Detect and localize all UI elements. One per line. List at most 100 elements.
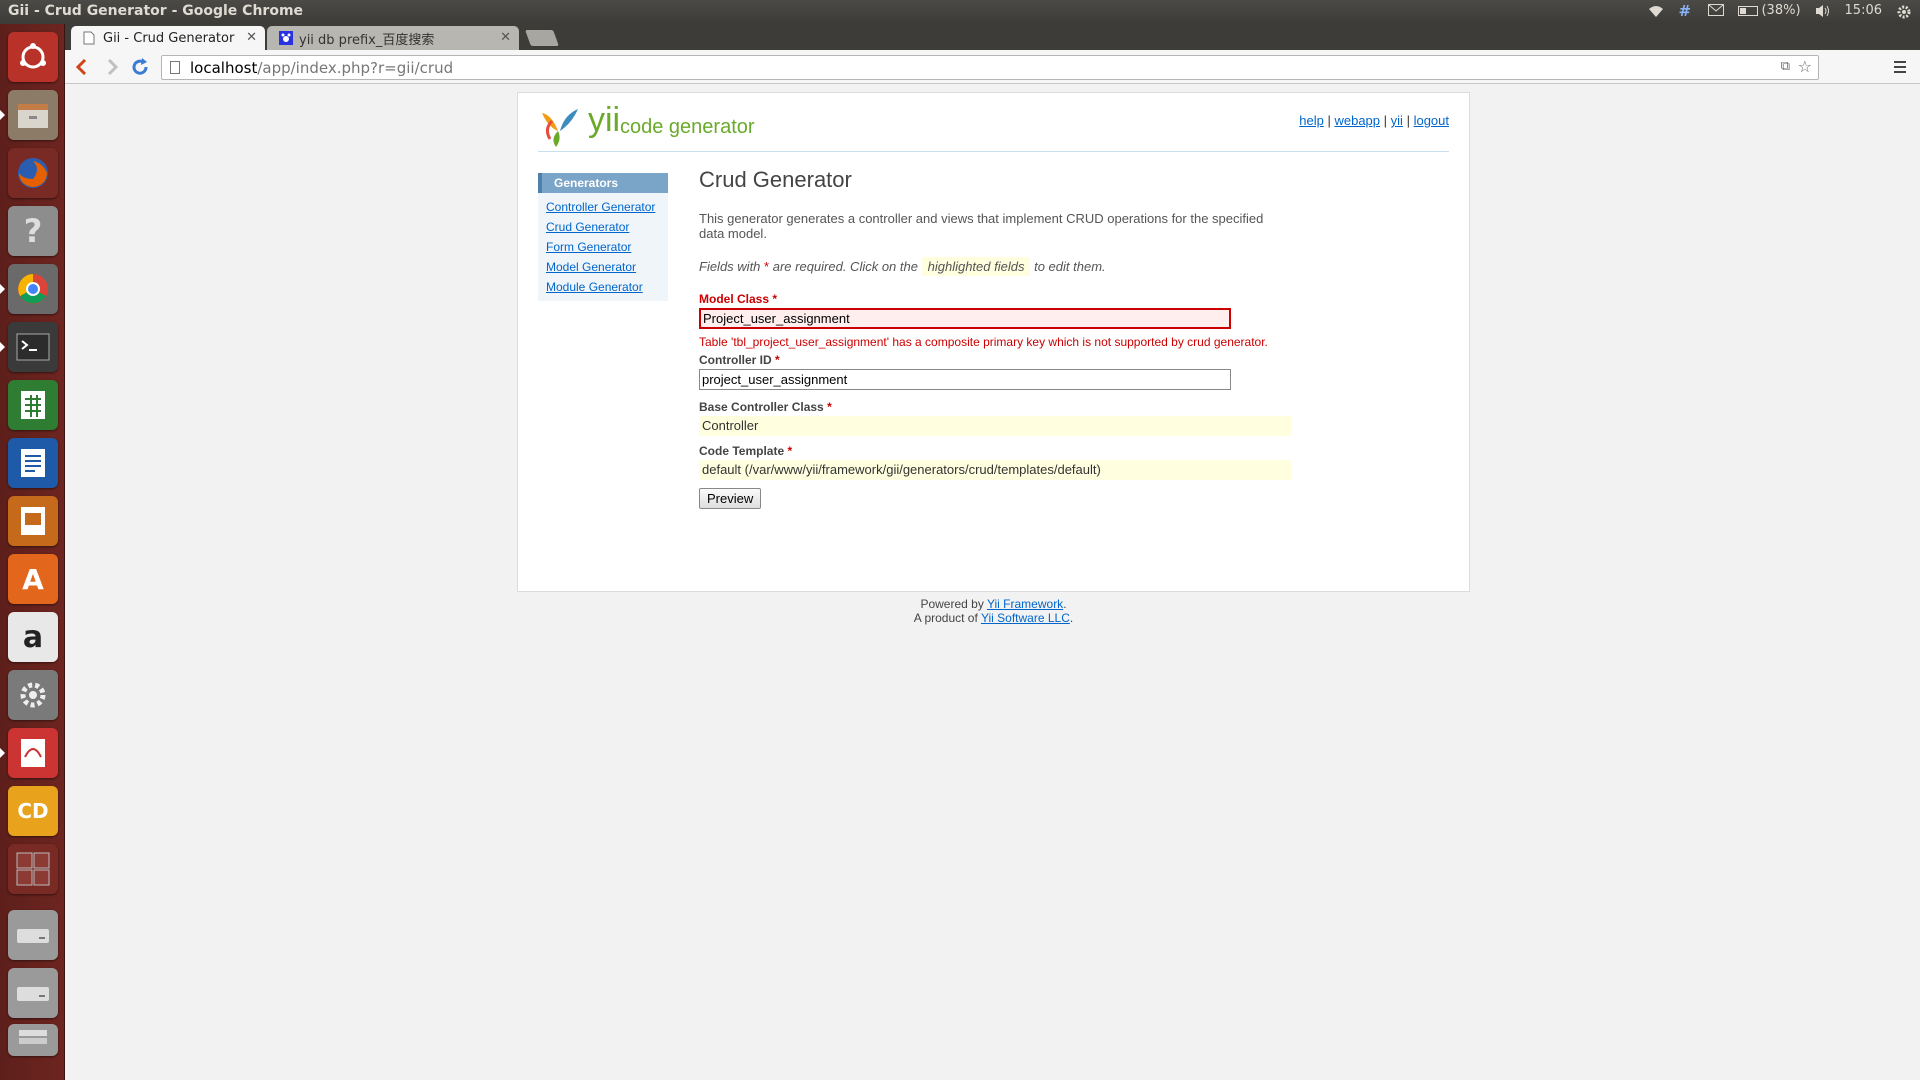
spreadsheet-icon[interactable]: [8, 380, 58, 430]
generator-description: This generator generates a controller an…: [699, 211, 1264, 241]
code-template-row: Code Template * default (/var/www/yii/fr…: [699, 444, 1299, 480]
impress-icon[interactable]: [8, 496, 58, 546]
base-controller-class-value[interactable]: Controller: [699, 416, 1291, 436]
launcher: ? A a CD: [0, 24, 65, 1080]
pdf-viewer-icon[interactable]: [8, 728, 58, 778]
controller-id-row: Controller ID *: [699, 353, 1299, 390]
generators-sidebar: Generators Controller Generator Crud Gen…: [538, 173, 668, 301]
gear-icon[interactable]: [1896, 4, 1912, 18]
powered-by-line: Powered by Yii Framework.: [920, 597, 1067, 611]
ubuntu-dash-icon[interactable]: [8, 32, 58, 82]
generator-list: Controller Generator Crud Generator Form…: [538, 193, 668, 301]
battery-indicator[interactable]: (38%): [1738, 3, 1801, 18]
files-icon[interactable]: [8, 90, 58, 140]
url-host: localhost: [190, 59, 258, 77]
model-generator-link[interactable]: Model Generator: [546, 260, 636, 274]
page-icon: [83, 31, 95, 45]
tab-gii-crud-generator[interactable]: Gii - Crud Generator ✕: [71, 26, 265, 50]
separator: |: [1383, 113, 1388, 128]
model-class-input[interactable]: [699, 308, 1231, 329]
crud-generator-link[interactable]: Crud Generator: [546, 220, 629, 234]
trash-icon[interactable]: [8, 1024, 58, 1056]
address-bar[interactable]: localhost/app/index.php?r=gii/crud ⧉ ☆: [161, 55, 1819, 80]
drive-icon[interactable]: [8, 910, 58, 960]
url-path: /app/index.php?r=gii/crud: [257, 59, 454, 77]
page-title: Crud Generator: [699, 167, 852, 192]
webapp-link[interactable]: webapp: [1334, 113, 1380, 128]
forward-button[interactable]: [101, 56, 123, 78]
yii-link[interactable]: yii: [1391, 113, 1403, 128]
yii-framework-link[interactable]: Yii Framework: [987, 597, 1063, 611]
model-class-row: Model Class * Table 'tbl_project_user_as…: [699, 292, 1299, 349]
sidebar-item-controller-generator: Controller Generator: [546, 197, 668, 217]
separator: |: [1406, 113, 1410, 128]
tab-baidu-search[interactable]: yii db prefix_百度搜索 ✕: [267, 26, 519, 50]
yii-software-link[interactable]: Yii Software LLC: [981, 611, 1070, 625]
tab-label: Gii - Crud Generator: [103, 30, 235, 46]
volume-icon[interactable]: [1815, 4, 1831, 18]
logout-link[interactable]: logout: [1414, 113, 1449, 128]
preview-button[interactable]: Preview: [699, 488, 762, 509]
reload-button[interactable]: [129, 56, 151, 78]
amazon-icon[interactable]: a: [8, 612, 58, 662]
help-link[interactable]: help: [1299, 113, 1324, 128]
required-fields-note: Fields with * are required. Click on the…: [699, 257, 1299, 276]
form-generator-link[interactable]: Form Generator: [546, 240, 631, 254]
chrome-icon[interactable]: [8, 264, 58, 314]
cd-icon[interactable]: CD: [8, 786, 58, 836]
battery-icon: [1738, 5, 1759, 16]
note-text: to edit them.: [1034, 259, 1106, 274]
menu-icon[interactable]: [1889, 56, 1911, 78]
battery-percent: (38%): [1761, 3, 1801, 18]
browser-toolbar: localhost/app/index.php?r=gii/crud ⧉ ☆: [65, 50, 1920, 84]
new-tab-button[interactable]: [525, 30, 559, 46]
help-icon[interactable]: ?: [8, 206, 58, 256]
note-text: are required. Click on the: [772, 259, 918, 274]
yii-leaf-icon: [542, 109, 578, 147]
highlighted-fields-sample: highlighted fields: [921, 257, 1031, 276]
tab-strip: Gii - Crud Generator ✕ yii db prefix_百度搜…: [65, 24, 1920, 50]
browser-viewport: yii code generator help | webapp | yii |…: [65, 84, 1920, 1080]
header-divider: [538, 151, 1449, 152]
translate-icon[interactable]: ⧉: [1781, 59, 1790, 74]
sidebar-title: Generators: [538, 173, 668, 193]
star-icon[interactable]: ☆: [1798, 57, 1812, 76]
logo-tagline: code generator: [620, 116, 755, 138]
header-links: help | webapp | yii | logout: [1299, 113, 1449, 128]
window-title: Gii - Crud Generator - Google Chrome: [8, 3, 304, 19]
system-settings-icon[interactable]: [8, 670, 58, 720]
controller-id-input[interactable]: [699, 369, 1231, 390]
model-class-label: Model Class *: [699, 292, 778, 306]
close-icon[interactable]: ✕: [500, 30, 511, 45]
code-template-value[interactable]: default (/var/www/yii/framework/gii/gene…: [699, 460, 1291, 480]
separator: |: [1327, 113, 1331, 128]
clock[interactable]: 15:06: [1845, 3, 1882, 18]
sidebar-item-module-generator: Module Generator: [546, 277, 668, 297]
terminal-icon[interactable]: [8, 322, 58, 372]
baidu-icon: [279, 31, 293, 45]
writer-icon[interactable]: [8, 438, 58, 488]
drive-icon[interactable]: [8, 968, 58, 1018]
base-controller-class-row: Base Controller Class * Controller: [699, 400, 1299, 436]
module-generator-link[interactable]: Module Generator: [546, 280, 643, 294]
back-button[interactable]: [71, 56, 93, 78]
code-template-label: Code Template *: [699, 444, 793, 458]
base-controller-class-label: Base Controller Class *: [699, 400, 832, 414]
gii-page: yii code generator help | webapp | yii |…: [517, 92, 1470, 592]
firefox-icon[interactable]: [8, 148, 58, 198]
workspace-switcher-icon[interactable]: [8, 844, 58, 894]
controller-id-label: Controller ID *: [699, 353, 780, 367]
sidebar-item-crud-generator: Crud Generator: [546, 217, 668, 237]
wifi-icon[interactable]: [1648, 4, 1664, 18]
controller-generator-link[interactable]: Controller Generator: [546, 200, 655, 214]
note-text: Fields with: [699, 259, 761, 274]
software-center-icon[interactable]: A: [8, 554, 58, 604]
tab-label: yii db prefix_百度搜索: [299, 32, 435, 48]
input-method-icon[interactable]: #: [1678, 3, 1694, 18]
logo-yii-text: yii: [588, 101, 621, 139]
required-star: *: [764, 259, 770, 274]
close-icon[interactable]: ✕: [246, 30, 257, 45]
top-panel: Gii - Crud Generator - Google Chrome # (…: [0, 0, 1920, 24]
mail-icon[interactable]: [1708, 3, 1725, 18]
sidebar-item-form-generator: Form Generator: [546, 237, 668, 257]
